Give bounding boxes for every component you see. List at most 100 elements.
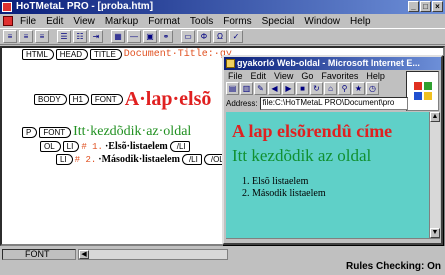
page-heading: A lap elsõrendû címe: [232, 121, 393, 141]
browser-menu-file[interactable]: File: [224, 71, 247, 81]
favorites-icon[interactable]: ★: [352, 82, 365, 95]
scroll-left-icon[interactable]: ◀: [79, 250, 89, 259]
refresh-icon[interactable]: ↻: [310, 82, 323, 95]
browser-content: A lap elsõrendû címe Itt kezdõdik az old…: [226, 112, 429, 238]
menu-special[interactable]: Special: [257, 16, 300, 27]
app-title: HoTMetaL PRO - [proba.htm]: [16, 1, 154, 12]
browser-vertical-scrollbar[interactable]: ▲ ▼: [429, 112, 440, 238]
close-button[interactable]: ×: [432, 1, 443, 12]
editor-line-li1: OL LI # 1. ·Elsõ·listaelem /LI: [40, 141, 190, 152]
li2-marker: # 2.: [74, 154, 97, 165]
li1-marker: # 1.: [81, 141, 103, 152]
print-icon[interactable]: ▥: [240, 82, 253, 95]
menu-help[interactable]: Help: [345, 16, 376, 27]
title-text[interactable]: Document·Title:·gy: [124, 49, 232, 60]
app-titlebar: HoTMetaL PRO - [proba.htm] _ □ ×: [0, 0, 445, 14]
li-close-tag-2[interactable]: /LI: [181, 154, 202, 165]
form-icon[interactable]: ▭: [181, 30, 195, 43]
menu-file[interactable]: File: [15, 16, 41, 27]
window-controls: _ □ ×: [408, 1, 443, 12]
editor-horizontal-scrollbar[interactable]: ◀: [78, 249, 228, 260]
ol-tag[interactable]: OL: [40, 141, 61, 152]
editor-line-h1: BODY H1 FONT A·lap·elsõ: [34, 88, 211, 111]
editor-line-li2: LI # 2. ·Második·listaelem /LI /OL: [56, 154, 228, 165]
font-tag[interactable]: FONT: [90, 94, 123, 105]
spell-icon[interactable]: ✓: [229, 30, 243, 43]
windows-logo-icon: [406, 71, 439, 111]
h1-tag[interactable]: H1: [68, 94, 89, 105]
element-indicator: FONT: [2, 249, 76, 260]
align-right-icon[interactable]: ≡: [35, 30, 49, 43]
title-tag[interactable]: TITLE: [90, 49, 122, 60]
menu-bar: File Edit View Markup Format Tools Forms…: [0, 14, 445, 28]
menu-edit[interactable]: Edit: [41, 16, 68, 27]
editor-line-title: HTML HEAD TITLE Document·Title:·gy: [22, 49, 232, 60]
address-input[interactable]: file:C:\HoTMetaL PRO\Document\pro: [259, 97, 408, 110]
li-tag-2[interactable]: LI: [56, 154, 73, 165]
rule-icon[interactable]: —: [127, 30, 141, 43]
rules-checking-status: Rules Checking: On: [345, 261, 441, 272]
search-icon[interactable]: ⚲: [338, 82, 351, 95]
app-icon[interactable]: [2, 2, 12, 12]
browser-menu-favorites[interactable]: Favorites: [317, 71, 362, 81]
menu-markup[interactable]: Markup: [100, 16, 143, 27]
history-icon[interactable]: ◷: [366, 82, 379, 95]
bullet-list-icon[interactable]: ☷: [73, 30, 87, 43]
toolbar: ≡ ≡ ≡ ☰ ☷ ⇥ ▦ — ▣ ⚭ ▭ Φ Ω ✓: [0, 28, 445, 45]
browser-page-icon: [226, 59, 235, 68]
stop-icon[interactable]: ■: [296, 82, 309, 95]
list-item: Elsõ listaelem: [252, 176, 429, 188]
address-bar: Address: file:C:\HoTMetaL PRO\Document\p…: [226, 97, 408, 110]
browser-window: gyakorló Web-oldal - Microsoft Internet …: [222, 55, 443, 245]
li-tag-1[interactable]: LI: [62, 141, 80, 152]
browser-menu-help[interactable]: Help: [362, 71, 389, 81]
table-icon[interactable]: ▦: [111, 30, 125, 43]
menu-tools[interactable]: Tools: [185, 16, 218, 27]
back-icon[interactable]: ◀: [268, 82, 281, 95]
align-left-icon[interactable]: ≡: [3, 30, 17, 43]
open-icon[interactable]: ▤: [226, 82, 239, 95]
numbered-list-icon[interactable]: ☰: [57, 30, 71, 43]
special-char-icon[interactable]: Ω: [213, 30, 227, 43]
page-list: Elsõ listaelem Második listaelem: [232, 176, 429, 200]
browser-titlebar: gyakorló Web-oldal - Microsoft Internet …: [224, 57, 441, 70]
browser-menu-edit[interactable]: Edit: [247, 71, 271, 81]
home-icon[interactable]: ⌂: [324, 82, 337, 95]
font-tag-2[interactable]: FONT: [39, 126, 72, 138]
document-icon[interactable]: [3, 16, 13, 26]
forward-icon[interactable]: ▶: [282, 82, 295, 95]
body-tag[interactable]: BODY: [34, 94, 67, 105]
menu-forms[interactable]: Forms: [218, 16, 256, 27]
html-tag[interactable]: HTML: [22, 49, 54, 60]
browser-menu-view[interactable]: View: [270, 71, 297, 81]
browser-toolbar: ▤ ▥ ✎ ◀ ▶ ■ ↻ ⌂ ⚲ ★ ◷: [226, 82, 406, 96]
li1-text[interactable]: ·Elsõ·listaelem: [105, 141, 168, 152]
h1-text[interactable]: A·lap·elsõ: [125, 88, 212, 111]
browser-statusbar: [226, 238, 440, 244]
indent-icon[interactable]: ⇥: [89, 30, 103, 43]
list-item: Második listaelem: [252, 188, 429, 200]
edit-icon[interactable]: ✎: [254, 82, 267, 95]
symbol-icon[interactable]: Φ: [197, 30, 211, 43]
align-center-icon[interactable]: ≡: [19, 30, 33, 43]
menu-format[interactable]: Format: [143, 16, 185, 27]
minimize-button[interactable]: _: [408, 1, 419, 12]
head-tag[interactable]: HEAD: [55, 49, 89, 60]
p-tag[interactable]: P: [22, 126, 38, 138]
status-bar: FONT ◀ Rules Checking: On: [0, 246, 445, 275]
h2-text[interactable]: Itt·kezdõdik·az·oldal: [73, 124, 191, 140]
li-close-tag-1[interactable]: /LI: [169, 141, 190, 152]
menu-view[interactable]: View: [68, 16, 100, 27]
menu-window[interactable]: Window: [299, 16, 345, 27]
scroll-up-icon[interactable]: ▲: [430, 112, 440, 122]
address-label: Address:: [226, 99, 258, 108]
image-icon[interactable]: ▣: [143, 30, 157, 43]
li2-text[interactable]: ·Második·listaelem: [98, 154, 180, 165]
browser-title: gyakorló Web-oldal - Microsoft Internet …: [237, 58, 420, 68]
browser-menu-go[interactable]: Go: [297, 71, 317, 81]
link-icon[interactable]: ⚭: [159, 30, 173, 43]
maximize-button[interactable]: □: [420, 1, 431, 12]
page-subheading: Itt kezdõdik az oldal: [232, 146, 372, 165]
editor-line-p: P FONT Itt·kezdõdik·az·oldal: [22, 124, 191, 140]
scroll-down-icon[interactable]: ▼: [430, 228, 440, 238]
